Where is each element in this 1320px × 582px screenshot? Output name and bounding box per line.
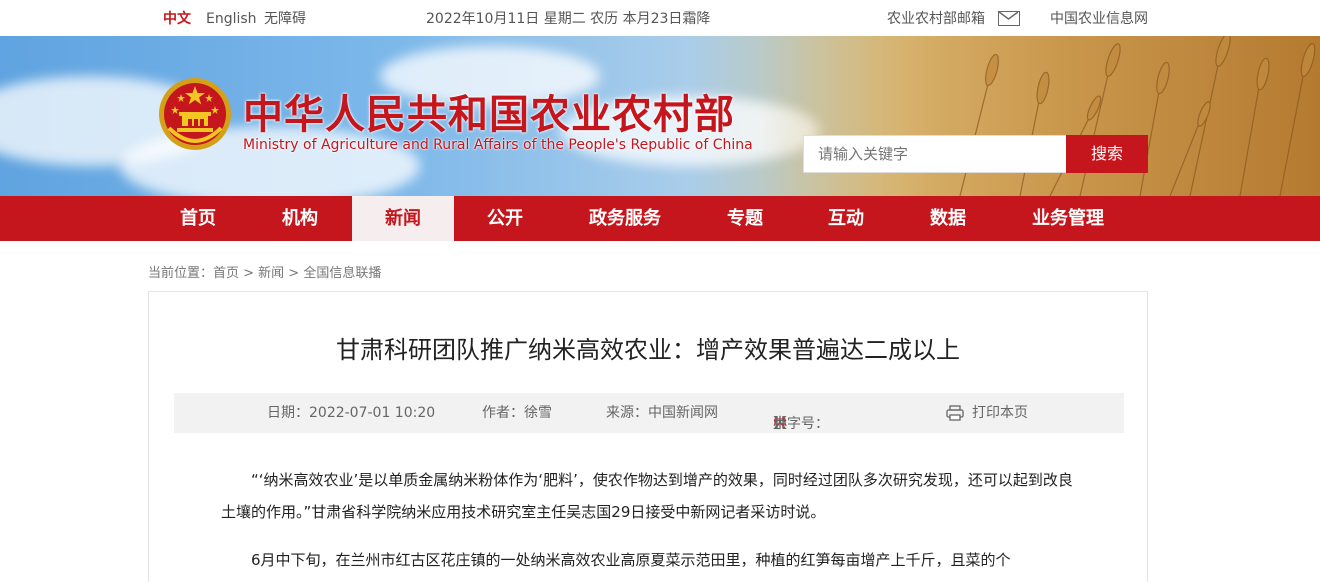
info-network-link[interactable]: 中国农业信息网: [1050, 10, 1148, 28]
article-paragraph: “‘纳米高效农业’是以单质金属纳米粉体作为‘肥料’，使农作物达到增产的效果，同时…: [221, 471, 1073, 521]
search-field[interactable]: [803, 135, 1067, 173]
nav-item-interaction[interactable]: 互动: [796, 196, 896, 241]
current-date: 2022年10月11日 星期二 农历 本月23日霜降: [426, 11, 711, 27]
accessibility-link[interactable]: 无障碍: [264, 10, 306, 28]
header-banner: 中华人民共和国农业农村部 Ministry of Agriculture and…: [0, 36, 1320, 196]
nav-item-business-management[interactable]: 业务管理: [1008, 196, 1128, 241]
mail-icon[interactable]: [998, 11, 1020, 26]
nav-item-gov-services[interactable]: 政务服务: [565, 196, 685, 241]
nav-item-news[interactable]: 新闻: [352, 196, 454, 241]
article-paragraph: 6月中下旬，在兰州市红古区花庄镇的一处纳米高效农业高原夏菜示范田里，种植的红笋每…: [251, 551, 1011, 569]
mailbox-link[interactable]: 农业农村部邮箱: [887, 10, 985, 28]
article-panel: 甘肃科研团队推广纳米高效农业：增产效果普遍达二成以上 日期：2022-07-01…: [148, 291, 1148, 582]
site-title: 中华人民共和国农业农村部: [243, 91, 735, 138]
article-date: 日期：2022-07-01 10:20: [267, 405, 436, 421]
search-input[interactable]: [804, 136, 1066, 172]
print-page-link[interactable]: 打印本页: [972, 404, 1028, 422]
printer-icon[interactable]: [946, 405, 964, 421]
article-meta-bar: 日期：2022-07-01 10:20 作者：徐雪 来源：中国新闻网 【字号：大…: [174, 393, 1124, 433]
article-source: 来源：中国新闻网: [606, 405, 718, 421]
breadcrumb[interactable]: 当前位置：首页 > 新闻 > 全国信息联播: [148, 262, 381, 281]
main-nav: 首页 机构 新闻 公开 政务服务 专题 互动 数据 业务管理: [0, 196, 1320, 241]
top-utility-bar: 中文 English 无障碍 2022年10月11日 星期二 农历 本月23日霜…: [0, 0, 1320, 36]
nav-item-data[interactable]: 数据: [898, 196, 998, 241]
lang-chinese-link[interactable]: 中文: [163, 10, 191, 28]
site-subtitle: Ministry of Agriculture and Rural Affair…: [243, 137, 753, 153]
national-emblem-icon: [159, 78, 231, 150]
article-title: 甘肃科研团队推广纳米高效农业：增产效果普遍达二成以上: [336, 336, 960, 364]
font-size-end: 】: [773, 416, 787, 432]
search-button[interactable]: 搜索: [1066, 135, 1148, 173]
nav-item-topics[interactable]: 专题: [695, 196, 795, 241]
nav-item-organization[interactable]: 机构: [250, 196, 350, 241]
nav-item-public[interactable]: 公开: [455, 196, 555, 241]
article-author: 作者：徐雪: [482, 405, 552, 421]
nav-item-home[interactable]: 首页: [148, 196, 248, 241]
lang-english-link[interactable]: English: [206, 10, 257, 28]
